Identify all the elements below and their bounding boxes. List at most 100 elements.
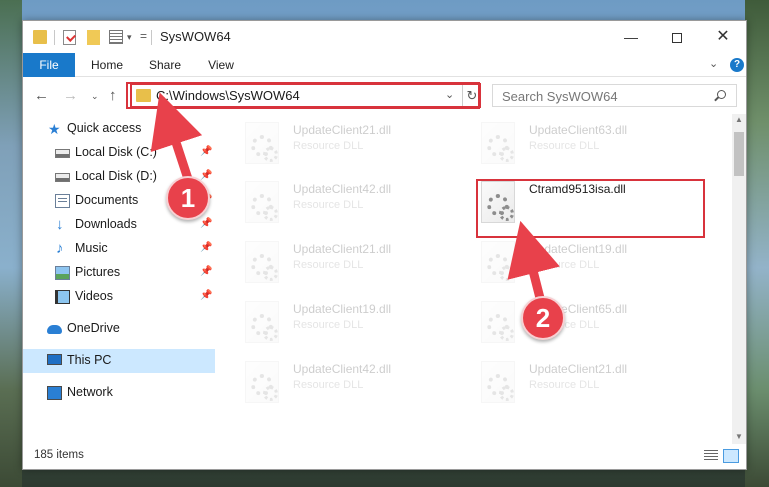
pictures-icon [55,266,70,280]
file-name: UpdateClient21.dll [293,123,392,137]
quick-access-separator [54,30,55,45]
step-2-badge: 2 [521,296,565,340]
file-name: UpdateClient21.dll [529,362,628,376]
nav-item-label: Quick access [67,121,142,135]
customize-toolbar-button[interactable]: = [140,29,147,43]
nav-item-music[interactable]: ♪ Music 📌 [23,237,215,261]
nav-item-videos[interactable]: Videos 📌 [23,285,215,309]
maximize-button[interactable] [654,21,700,53]
file-name: UpdateClient42.dll [293,182,392,196]
music-icon: ♪ [56,240,64,257]
tab-view[interactable]: View [201,53,241,77]
file-tile[interactable]: UpdateClient21.dll Resource DLL [245,120,477,176]
recent-locations-button[interactable]: ⌄ [91,91,99,102]
search-icon[interactable] [717,90,726,99]
file-tile[interactable]: UpdateClient65.dll Resource DLL [481,299,713,355]
nav-item-pictures[interactable]: Pictures 📌 [23,261,215,285]
dll-file-icon [245,241,279,283]
star-icon: ★ [48,121,61,137]
ribbon-tabs: File Home Share View ⌄ ? [23,53,746,77]
expand-ribbon-icon[interactable]: ⌄ [709,57,718,70]
nav-item-label: Music [75,241,108,255]
tab-file[interactable]: File [23,53,75,77]
back-button[interactable]: ← [34,87,49,104]
network-icon [47,386,62,400]
scroll-down-icon[interactable]: ▼ [735,432,743,441]
nav-item-onedrive[interactable]: OneDrive [23,317,215,341]
file-tile[interactable]: UpdateClient21.dll Resource DLL [481,359,713,415]
properties-icon[interactable] [109,30,123,44]
tab-home[interactable]: Home [85,53,129,77]
nav-item-label: Downloads [75,217,137,231]
nav-item-label: Local Disk (C:) [75,145,157,159]
dll-file-icon [245,122,279,164]
tab-share[interactable]: Share [143,53,187,77]
drive-icon [55,173,70,182]
dll-file-icon [245,181,279,223]
videos-icon [55,290,70,304]
nav-item-label: Documents [75,193,139,207]
navigation-pane: ★ Quick access Local Disk (C:) 📌 Local D… [23,114,223,444]
dll-file-icon [481,122,515,164]
large-icons-view-icon[interactable] [723,449,739,463]
nav-item-this-pc[interactable]: This PC [23,349,215,373]
search-placeholder: Search SysWOW64 [502,89,618,104]
details-view-icon[interactable] [704,450,718,462]
file-type: Resource DLL [529,379,600,391]
file-type: Resource DLL [293,379,364,391]
file-tile[interactable]: UpdateClient42.dll Resource DLL [245,179,477,235]
dll-file-icon [245,361,279,403]
file-name: UpdateClient19.dll [293,302,392,316]
quick-access-dropdown[interactable]: ▾ [127,32,132,43]
desktop-wallpaper-right [745,0,769,487]
file-type: Resource DLL [529,259,600,271]
this-pc-icon [47,354,62,365]
window-title: SysWOW64 [160,29,231,44]
help-icon[interactable]: ? [730,58,744,72]
up-button[interactable]: ↑ [109,87,117,104]
file-highlight [476,179,705,238]
dll-file-icon [481,301,515,343]
scroll-thumb[interactable] [734,132,744,176]
file-list: UpdateClient21.dll Resource DLL UpdateCl… [223,114,732,444]
new-folder-icon[interactable] [87,30,100,45]
step-1-badge: 1 [166,176,210,220]
status-bar: 185 items [23,444,746,469]
file-name: UpdateClient63.dll [529,123,628,137]
maximize-icon [672,33,682,44]
onedrive-icon [47,325,62,334]
address-bar-highlight [126,82,480,109]
folder-icon [33,30,47,44]
dll-file-icon [481,361,515,403]
nav-item-label: Pictures [75,265,121,279]
nav-item-local-disk-c[interactable]: Local Disk (C:) 📌 [23,141,215,165]
pin-icon: 📌 [200,218,213,229]
nav-item-network[interactable]: Network [23,381,215,405]
downloads-icon: ↓ [56,216,64,233]
close-button[interactable]: ✕ [700,21,746,53]
file-type: Resource DLL [293,259,364,271]
pin-icon: 📌 [200,242,213,253]
minimize-button[interactable]: — [608,21,654,53]
forward-button[interactable]: → [63,87,78,104]
vertical-scrollbar[interactable]: ▲ ▼ [732,114,746,444]
file-tile[interactable]: UpdateClient19.dll Resource DLL [481,239,713,295]
file-type: Resource DLL [293,140,364,152]
file-tile[interactable]: UpdateClient19.dll Resource DLL [245,299,477,355]
properties-check-icon[interactable] [63,30,76,45]
file-name: UpdateClient42.dll [293,362,392,376]
file-tile[interactable]: UpdateClient42.dll Resource DLL [245,359,477,415]
title-bar: ▾ = SysWOW64 — ✕ [23,21,746,53]
file-type: Resource DLL [529,140,600,152]
scroll-up-icon[interactable]: ▲ [735,115,743,124]
file-tile[interactable]: UpdateClient63.dll Resource DLL [481,120,713,176]
nav-item-quick-access[interactable]: ★ Quick access [23,117,215,141]
search-input[interactable]: Search SysWOW64 [492,84,737,107]
desktop-wallpaper-left [0,0,22,487]
file-type: Resource DLL [293,199,364,211]
dll-file-icon [481,241,515,283]
pin-icon: 📌 [200,290,213,301]
nav-item-label: This PC [67,353,112,367]
item-count: 185 items [34,449,84,461]
file-tile[interactable]: UpdateClient21.dll Resource DLL [245,239,477,295]
